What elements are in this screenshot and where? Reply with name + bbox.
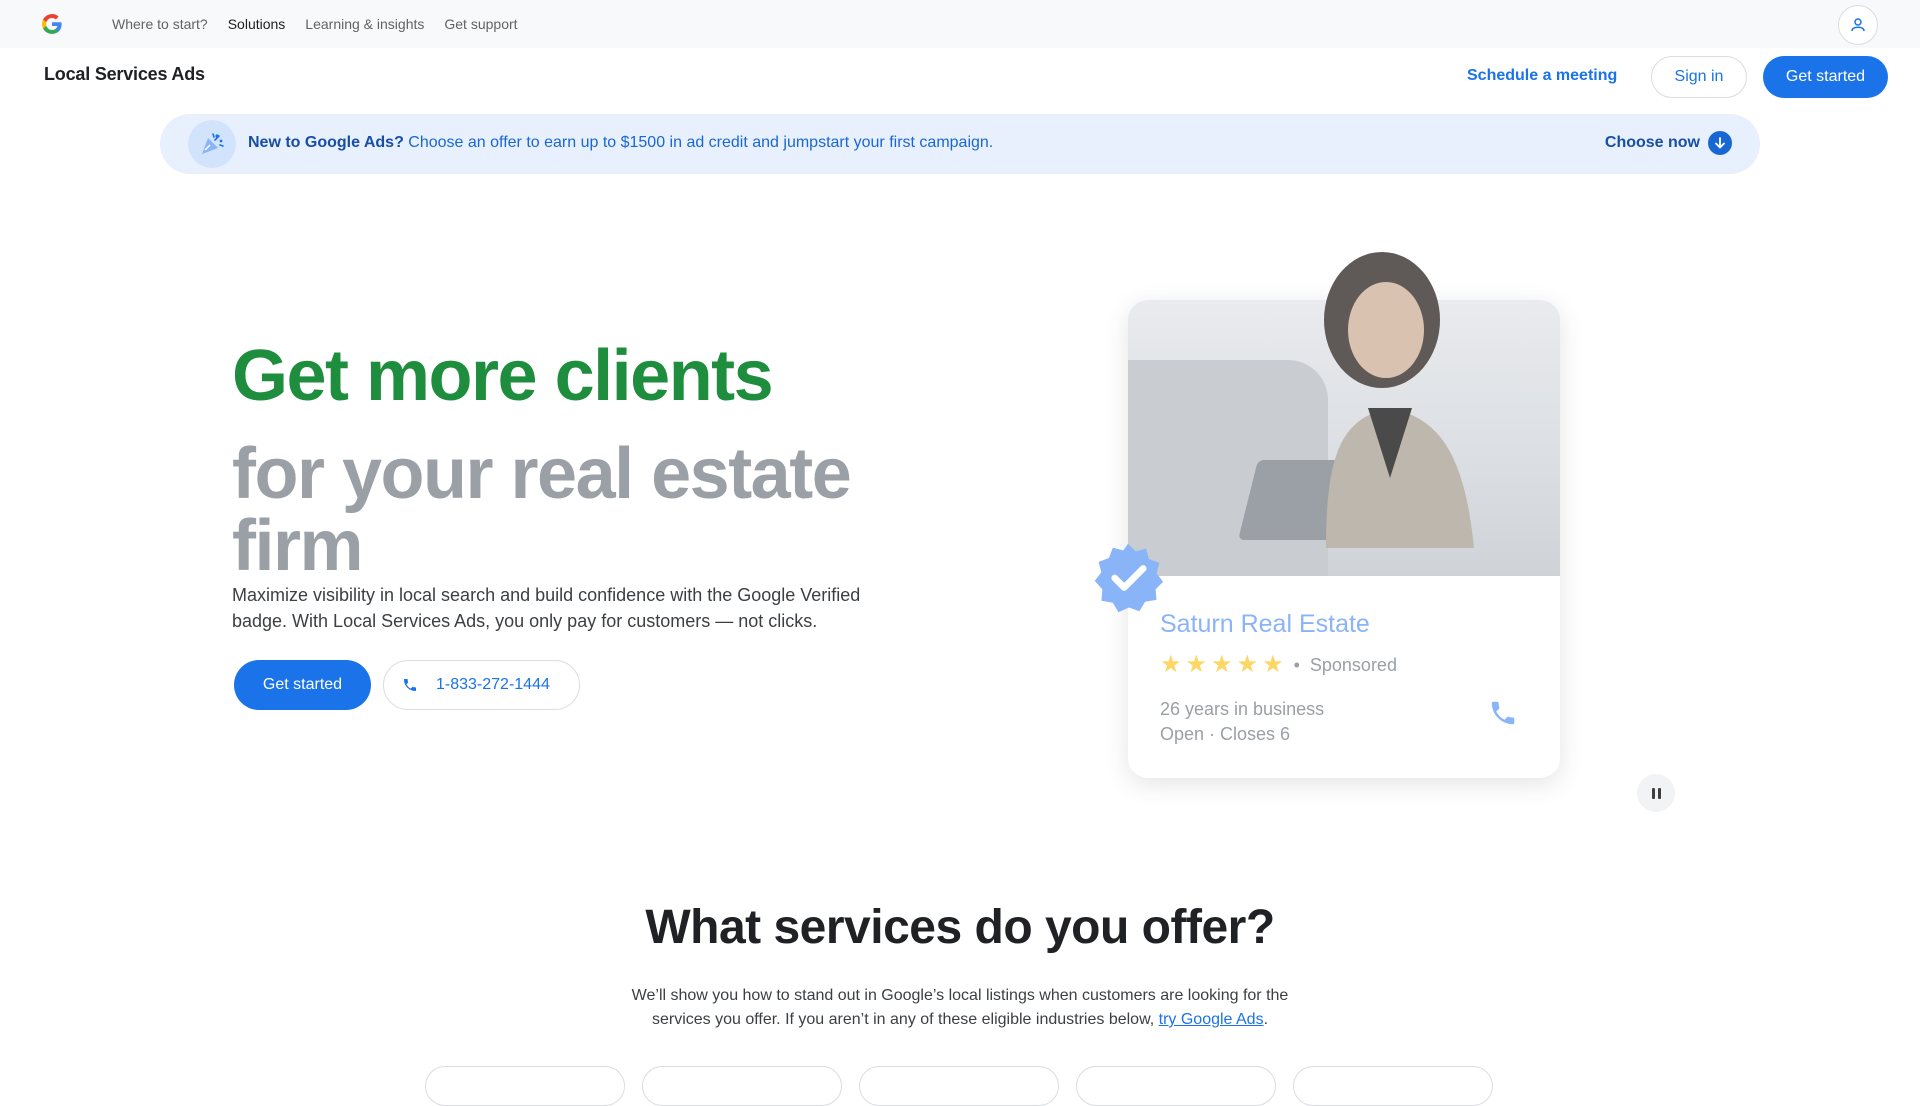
account-button[interactable]: [1838, 5, 1878, 45]
sponsored-label: Sponsored: [1309, 654, 1397, 675]
try-google-ads-link[interactable]: try Google Ads: [1159, 1011, 1264, 1028]
hero-headline: Get more clients: [232, 336, 774, 416]
service-chip[interactable]: [1076, 1066, 1276, 1106]
google-logo-icon[interactable]: [40, 12, 64, 36]
global-top-bar: Where to start? Solutions Learning & ins…: [0, 0, 1920, 48]
product-title[interactable]: Local Services Ads: [44, 64, 205, 85]
rating-separator: •: [1293, 654, 1300, 675]
service-chip[interactable]: [1293, 1066, 1493, 1106]
hero-subheadline: for your real estate firm: [232, 434, 852, 586]
listing-meta: 26 years in business Open · Closes 6: [1160, 697, 1397, 747]
promo-message: New to Google Ads? Choose an offer to ea…: [248, 134, 993, 152]
header-get-started-button[interactable]: Get started: [1763, 56, 1888, 98]
call-button[interactable]: 1-833-272-1444: [383, 660, 580, 710]
pause-icon: [1657, 787, 1661, 799]
promo-lead: New to Google Ads?: [248, 134, 404, 151]
service-chip[interactable]: [425, 1066, 625, 1106]
service-category-chips: [425, 1066, 1493, 1106]
hero-illustration: Saturn Real Estate ★ ★ ★ ★ ★ • Sponsored…: [1090, 230, 1690, 830]
person-icon: [1851, 18, 1865, 32]
arrow-down-icon: [1708, 131, 1732, 155]
promo-body: Choose an offer to earn up to $1500 in a…: [403, 134, 994, 151]
rating-row: ★ ★ ★ ★ ★ • Sponsored: [1160, 653, 1397, 677]
business-name: Saturn Real Estate: [1160, 610, 1370, 638]
global-nav: Where to start? Solutions Learning & ins…: [112, 0, 518, 48]
star-icon: ★: [1160, 651, 1182, 678]
nav-learning-insights[interactable]: Learning & insights: [305, 16, 424, 32]
star-icon: ★: [1211, 651, 1233, 678]
phone-icon: [1491, 701, 1515, 725]
nav-where-to-start[interactable]: Where to start?: [112, 16, 208, 32]
phone-icon: [404, 679, 416, 691]
choose-now-label: Choose now: [1604, 134, 1700, 151]
sign-in-button[interactable]: Sign in: [1651, 56, 1747, 98]
star-icon: ★: [1236, 651, 1259, 678]
phone-number: 1-833-272-1444: [436, 676, 550, 693]
nav-get-support[interactable]: Get support: [444, 16, 517, 32]
pause-icon: [1651, 787, 1655, 799]
nav-solutions[interactable]: Solutions: [228, 16, 286, 32]
services-description-tail: .: [1263, 1011, 1269, 1028]
schedule-meeting-link[interactable]: Schedule a meeting: [1467, 67, 1617, 85]
choose-now-button[interactable]: Choose now: [1605, 131, 1732, 155]
services-description: We’ll show you how to stand out in Googl…: [610, 984, 1310, 1032]
services-title: What services do you offer?: [645, 901, 1275, 954]
hero-get-started-button[interactable]: Get started: [234, 660, 371, 710]
service-chip[interactable]: [642, 1066, 842, 1106]
years-in-business: 26 years in business: [1160, 699, 1325, 719]
verified-check-icon: [1094, 543, 1164, 613]
star-icon: ★: [1262, 651, 1284, 678]
hero-description: Maximize visibility in local search and …: [232, 585, 861, 631]
listing-info: Saturn Real Estate ★ ★ ★ ★ ★ • Sponsored…: [1160, 610, 1397, 747]
promo-banner: New to Google Ads? Choose an offer to ea…: [160, 114, 1760, 174]
party-popper-icon: [188, 120, 236, 168]
product-header: Local Services Ads Schedule a meeting Si…: [0, 48, 1920, 104]
agent-figure: [1324, 252, 1474, 548]
service-chip[interactable]: [859, 1066, 1059, 1106]
opening-hours: Open · Closes 6: [1160, 724, 1291, 744]
star-icon: ★: [1185, 651, 1208, 678]
pause-button[interactable]: [1637, 774, 1675, 812]
